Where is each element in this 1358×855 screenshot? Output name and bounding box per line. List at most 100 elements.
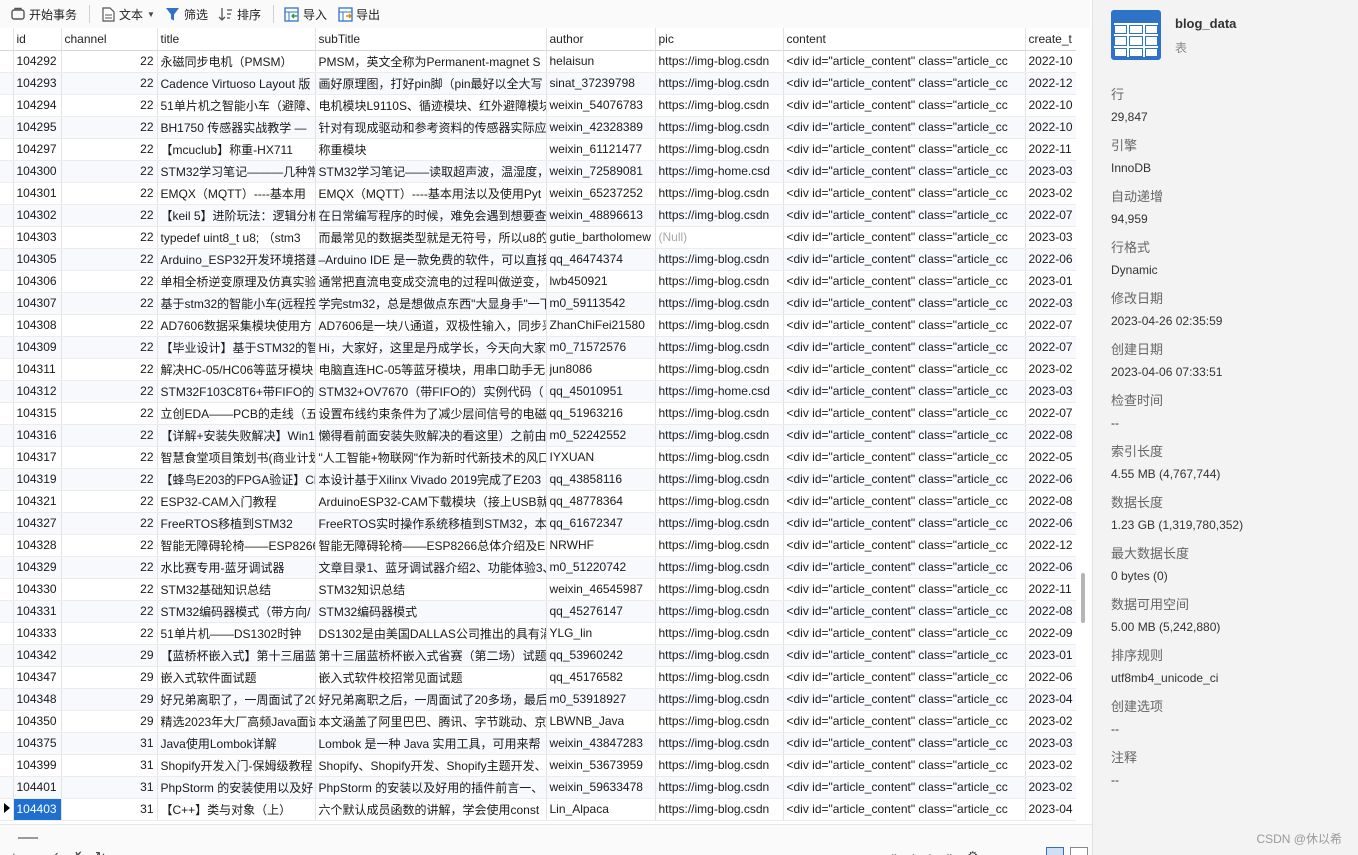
table-row[interactable]: 104303 22 typedef uint8_t u8; （stm3 而最常见的数据… — [0, 226, 1076, 249]
cell-pic[interactable]: https://img-blog.csdn — [655, 556, 784, 579]
cell-title[interactable]: 【keil 5】进阶玩法：逻辑分析 — [157, 204, 316, 227]
cell-title[interactable]: Arduino_ESP32开发环境搭建 — [157, 248, 316, 271]
cell-pic[interactable]: https://img-blog.csdn — [655, 622, 784, 645]
cell-content[interactable]: <div id="article_content" class="article… — [783, 380, 1026, 403]
cell-pic[interactable]: https://img-blog.csdn — [655, 644, 784, 667]
horizontal-scrollbar-thumb[interactable] — [18, 837, 38, 839]
cell-author[interactable]: LBWNB_Java — [546, 710, 656, 733]
cell-content[interactable]: <div id="article_content" class="article… — [783, 138, 1026, 161]
cell-content[interactable]: <div id="article_content" class="article… — [783, 358, 1026, 381]
cell-author[interactable]: m0_59113542 — [546, 292, 656, 315]
cell-create_t[interactable]: 2022-05 — [1025, 446, 1076, 469]
cell-content[interactable]: <div id="article_content" class="article… — [783, 512, 1026, 535]
cell-subtitle[interactable]: ArduinoESP32-CAM下载模块（接上USB就 — [315, 490, 547, 513]
cell-subtitle[interactable]: 称重模块 — [315, 138, 547, 161]
cell-create_t[interactable]: 2022-06 — [1025, 512, 1076, 535]
table-row[interactable]: 104333 22 51单片机——DS1302时钟 DS1302是由美国DALLAS公… — [0, 622, 1076, 645]
grid-view-icon[interactable] — [1046, 847, 1064, 855]
cell-title[interactable]: EMQX（MQTT）----基本用 — [157, 182, 316, 205]
cell-content[interactable]: <div id="article_content" class="article… — [783, 578, 1026, 601]
cell-content[interactable]: <div id="article_content" class="article… — [783, 622, 1026, 645]
cell-id[interactable]: 104399 — [13, 754, 62, 777]
cell-id[interactable]: 104302 — [13, 204, 62, 227]
table-row[interactable]: 104306 22 单相全桥逆变原理及仿真实验 通常把直流电变成交流电的过程叫做逆变，… — [0, 270, 1076, 293]
cell-pic[interactable]: https://img-blog.csdn — [655, 468, 784, 491]
cell-title[interactable]: 51单片机——DS1302时钟 — [157, 622, 316, 645]
cell-pic[interactable]: https://img-blog.csdn — [655, 292, 784, 315]
column-header-content[interactable]: content — [783, 28, 1026, 51]
cell-title[interactable]: 智能无障碍轮椅——ESP8266 — [157, 534, 316, 557]
cell-channel[interactable]: 22 — [61, 248, 158, 271]
cell-title[interactable]: STM32F103C8T6+带FIFO的 — [157, 380, 316, 403]
cell-title[interactable]: 51单片机之智能小车（避障、 — [157, 94, 316, 117]
cell-id[interactable]: 104330 — [13, 578, 62, 601]
cell-subtitle[interactable]: 智能无障碍轮椅——ESP8266总体介绍及E — [315, 534, 547, 557]
table-row[interactable]: 104403 31 【C++】类与对象（上） 六个默认成员函数的讲解，学会使用cons… — [0, 798, 1076, 821]
cell-id[interactable]: 104331 — [13, 600, 62, 623]
cell-id[interactable]: 104307 — [13, 292, 62, 315]
cell-subtitle[interactable]: PhpStorm 的安装以及好用的插件前言一、 — [315, 776, 547, 799]
cell-channel[interactable]: 22 — [61, 446, 158, 469]
table-row[interactable]: 104348 29 好兄弟离职了，一周面试了20 好兄弟离职之后，一周面试了20多场，… — [0, 688, 1076, 711]
cell-channel[interactable]: 22 — [61, 270, 158, 293]
cell-channel[interactable]: 31 — [61, 798, 158, 821]
cell-create_t[interactable]: 2022-12 — [1025, 534, 1076, 557]
cell-pic[interactable]: https://img-home.csd — [655, 160, 784, 183]
cell-author[interactable]: gutie_bartholomew — [546, 226, 656, 249]
cell-id[interactable]: 104292 — [13, 50, 62, 73]
cell-author[interactable]: weixin_54076783 — [546, 94, 656, 117]
table-row[interactable]: 104328 22 智能无障碍轮椅——ESP8266 智能无障碍轮椅——ESP8266… — [0, 534, 1076, 557]
cell-content[interactable]: <div id="article_content" class="article… — [783, 666, 1026, 689]
table-row[interactable]: 104350 29 精选2023年大厂高频Java面试 本文涵盖了阿里巴巴、腾讯、字节… — [0, 710, 1076, 733]
cell-title[interactable]: 【详解+安装失败解决】Win10 — [157, 424, 316, 447]
cell-content[interactable]: <div id="article_content" class="article… — [783, 248, 1026, 271]
page-settings-icon[interactable]: ⚙ — [967, 849, 978, 855]
cell-channel[interactable]: 22 — [61, 556, 158, 579]
cell-create_t[interactable]: 2022-09 — [1025, 622, 1076, 645]
cell-create_t[interactable]: 2023-01 — [1025, 644, 1076, 667]
cell-content[interactable]: <div id="article_content" class="article… — [783, 710, 1026, 733]
cell-channel[interactable]: 22 — [61, 50, 158, 73]
table-row[interactable]: 104315 22 立创EDA——PCB的走线（五 设置布线约束条件为了减少层间信号的… — [0, 402, 1076, 425]
cell-pic[interactable]: https://img-blog.csdn — [655, 710, 784, 733]
cell-subtitle[interactable]: 设置布线约束条件为了减少层间信号的电磁 — [315, 402, 547, 425]
cell-subtitle[interactable]: PMSM，英文全称为Permanent-magnet S — [315, 50, 547, 73]
cell-pic[interactable]: https://img-blog.csdn — [655, 402, 784, 425]
cell-channel[interactable]: 29 — [61, 688, 158, 711]
cell-channel[interactable]: 22 — [61, 380, 158, 403]
cell-pic[interactable]: https://img-blog.csdn — [655, 336, 784, 359]
cell-author[interactable]: qq_51963216 — [546, 402, 656, 425]
cell-channel[interactable]: 22 — [61, 468, 158, 491]
cell-subtitle[interactable]: 电脑直连HC-05等蓝牙模块，用串口助手无 — [315, 358, 547, 381]
cell-author[interactable]: weixin_59633478 — [546, 776, 656, 799]
cell-pic[interactable]: https://img-blog.csdn — [655, 578, 784, 601]
vertical-scrollbar[interactable] — [1076, 28, 1090, 824]
cell-content[interactable]: <div id="article_content" class="article… — [783, 50, 1026, 73]
cell-pic[interactable]: https://img-blog.csdn — [655, 534, 784, 557]
cell-subtitle[interactable]: EMQX（MQTT）----基本用法以及使用Pyt — [315, 182, 547, 205]
cell-channel[interactable]: 31 — [61, 776, 158, 799]
begin-transaction-button[interactable]: 开始事务 — [6, 3, 81, 25]
cell-pic[interactable]: https://img-blog.csdn — [655, 182, 784, 205]
cell-pic[interactable]: https://img-blog.csdn — [655, 446, 784, 469]
refresh-icon[interactable]: ↻ — [95, 849, 118, 855]
data-grid[interactable]: id channel title subTitle author pic content cr… — [0, 28, 1076, 824]
cell-id[interactable]: 104348 — [13, 688, 62, 711]
cell-id[interactable]: 104333 — [13, 622, 62, 645]
cell-title[interactable]: 好兄弟离职了，一周面试了20 — [157, 688, 316, 711]
table-row[interactable]: 104305 22 Arduino_ESP32开发环境搭建 –Arduino IDE … — [0, 248, 1076, 271]
cell-title[interactable]: Java使用Lombok详解 — [157, 732, 316, 755]
cell-pic[interactable]: https://img-blog.csdn — [655, 600, 784, 623]
cell-pic[interactable]: https://img-blog.csdn — [655, 358, 784, 381]
table-row[interactable]: 104292 22 永磁同步电机（PMSM） PMSM，英文全称为Permanent-… — [0, 50, 1076, 73]
cell-title[interactable]: 嵌入式软件面试题 — [157, 666, 316, 689]
next-page-icon[interactable]: › — [929, 849, 933, 855]
cell-create_t[interactable]: 2022-11 — [1025, 138, 1076, 161]
table-row[interactable]: 104311 22 解决HC-05/HC06等蓝牙模块 电脑直连HC-05等蓝牙模块，… — [0, 358, 1076, 381]
cell-channel[interactable]: 29 — [61, 710, 158, 733]
cell-content[interactable]: <div id="article_content" class="article… — [783, 270, 1026, 293]
cell-id[interactable]: 104319 — [13, 468, 62, 491]
cell-content[interactable]: <div id="article_content" class="article… — [783, 182, 1026, 205]
cell-create_t[interactable]: 2022-07 — [1025, 314, 1076, 337]
table-row[interactable]: 104327 22 FreeRTOS移植到STM32 FreeRTOS实时操作系统移植… — [0, 512, 1076, 535]
